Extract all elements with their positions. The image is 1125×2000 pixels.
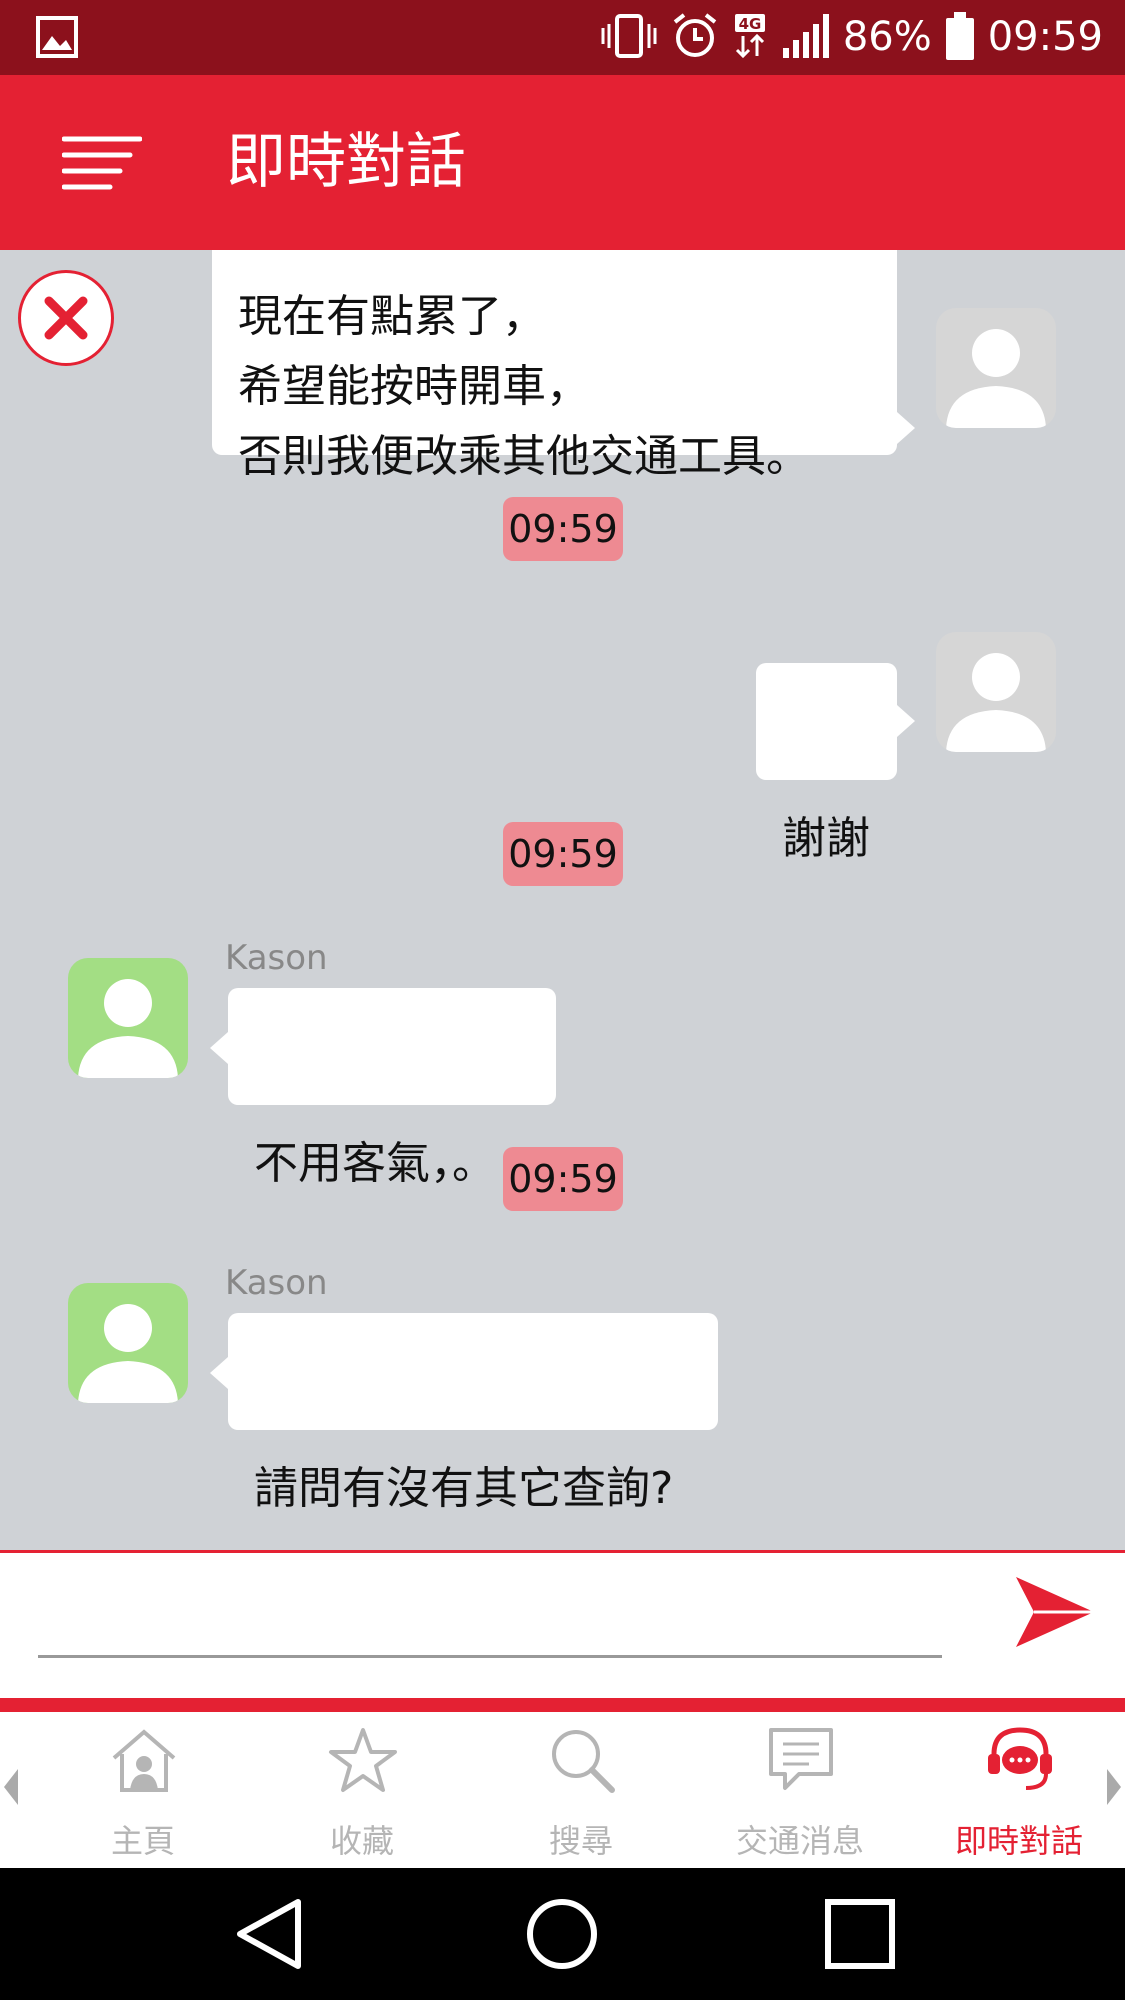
send-icon	[1016, 1577, 1094, 1647]
live-chat-icon	[988, 1727, 1052, 1790]
signal-icon	[781, 12, 829, 64]
message-timestamp: 09:59	[503, 1147, 623, 1211]
back-triangle-icon	[237, 1899, 301, 1969]
message-timestamp: 09:59	[503, 822, 623, 886]
status-bar: 4G 86% 09:59	[0, 0, 1125, 75]
recents-button[interactable]	[822, 1896, 898, 1972]
home-circle-icon	[527, 1899, 597, 1969]
app-bar: 即時對話	[0, 75, 1125, 250]
send-button[interactable]	[1012, 1569, 1098, 1655]
user-avatar	[936, 308, 1056, 428]
search-icon	[552, 1730, 615, 1793]
star-icon	[329, 1728, 397, 1792]
person-icon	[78, 979, 178, 1078]
message-text: 請問有沒有其它查詢?	[254, 1463, 674, 1514]
divider	[0, 1698, 1125, 1712]
person-icon	[946, 653, 1046, 752]
nav-item-favourites[interactable]: 收藏	[253, 1712, 471, 1868]
nav-label: 搜尋	[548, 1822, 613, 1860]
person-icon	[946, 329, 1046, 428]
message-text: 謝謝	[782, 813, 870, 864]
nav-item-search[interactable]: 搜尋	[472, 1712, 690, 1868]
user-message-bubble: 謝謝	[756, 663, 915, 864]
bottom-navigation: 主頁 收藏 搜尋 交通消息 即時對話	[0, 1712, 1125, 1868]
nav-item-home[interactable]: 主頁	[34, 1712, 252, 1868]
message-input[interactable]	[38, 1583, 942, 1658]
message-text: 現在有點累了， 希望能按時開車， 否則我便改乘其他交通工具。	[238, 291, 810, 482]
battery-icon	[945, 11, 974, 64]
agent-message-bubble: 請問有沒有其它查詢?	[210, 1313, 718, 1514]
back-button[interactable]	[232, 1896, 308, 1972]
menu-button[interactable]	[61, 133, 143, 193]
nav-label: 主頁	[110, 1822, 175, 1860]
vibrate-icon	[601, 12, 657, 64]
message-timestamp: 09:59	[503, 497, 623, 561]
nav-label: 即時對話	[954, 1822, 1083, 1860]
sender-name: Kason	[225, 938, 328, 978]
scroll-right-icon[interactable]	[1105, 1767, 1123, 1807]
battery-percent: 86%	[842, 14, 932, 60]
user-message-bubble: 現在有點累了， 希望能按時開車， 否則我便改乘其他交通工具。	[212, 250, 915, 482]
nav-label: 收藏	[329, 1822, 394, 1860]
message-text: 不用客氣，。	[254, 1138, 496, 1189]
network-4g-icon: 4G	[733, 12, 767, 64]
agent-message-bubble: 不用客氣，。	[210, 988, 556, 1189]
nav-label: 交通消息	[735, 1822, 864, 1860]
agent-avatar	[68, 1283, 188, 1403]
system-navigation-bar	[0, 1868, 1125, 2000]
user-avatar	[936, 632, 1056, 752]
close-icon	[44, 296, 88, 340]
gallery-notification-icon	[36, 16, 78, 62]
home-icon	[112, 1729, 176, 1792]
page-title: 即時對話	[226, 127, 466, 197]
nav-item-live-chat[interactable]: 即時對話	[910, 1712, 1125, 1868]
home-button[interactable]	[524, 1896, 600, 1972]
recents-square-icon	[825, 1899, 895, 1969]
alarm-icon	[671, 12, 719, 64]
person-icon	[78, 1304, 178, 1403]
agent-avatar	[68, 958, 188, 1078]
scroll-left-icon[interactable]	[2, 1767, 20, 1807]
clock: 09:59	[987, 14, 1103, 60]
message-input-bar	[0, 1550, 1125, 1698]
close-chat-button[interactable]	[18, 270, 114, 366]
nav-item-traffic-news[interactable]: 交通消息	[691, 1712, 909, 1868]
menu-icon	[61, 136, 143, 190]
chat-area[interactable]: 現在有點累了， 希望能按時開車， 否則我便改乘其他交通工具。 09:59 謝謝 …	[0, 250, 1125, 1550]
sender-name: Kason	[225, 1263, 328, 1303]
message-icon	[769, 1728, 833, 1790]
svg-text:4G: 4G	[738, 15, 761, 33]
